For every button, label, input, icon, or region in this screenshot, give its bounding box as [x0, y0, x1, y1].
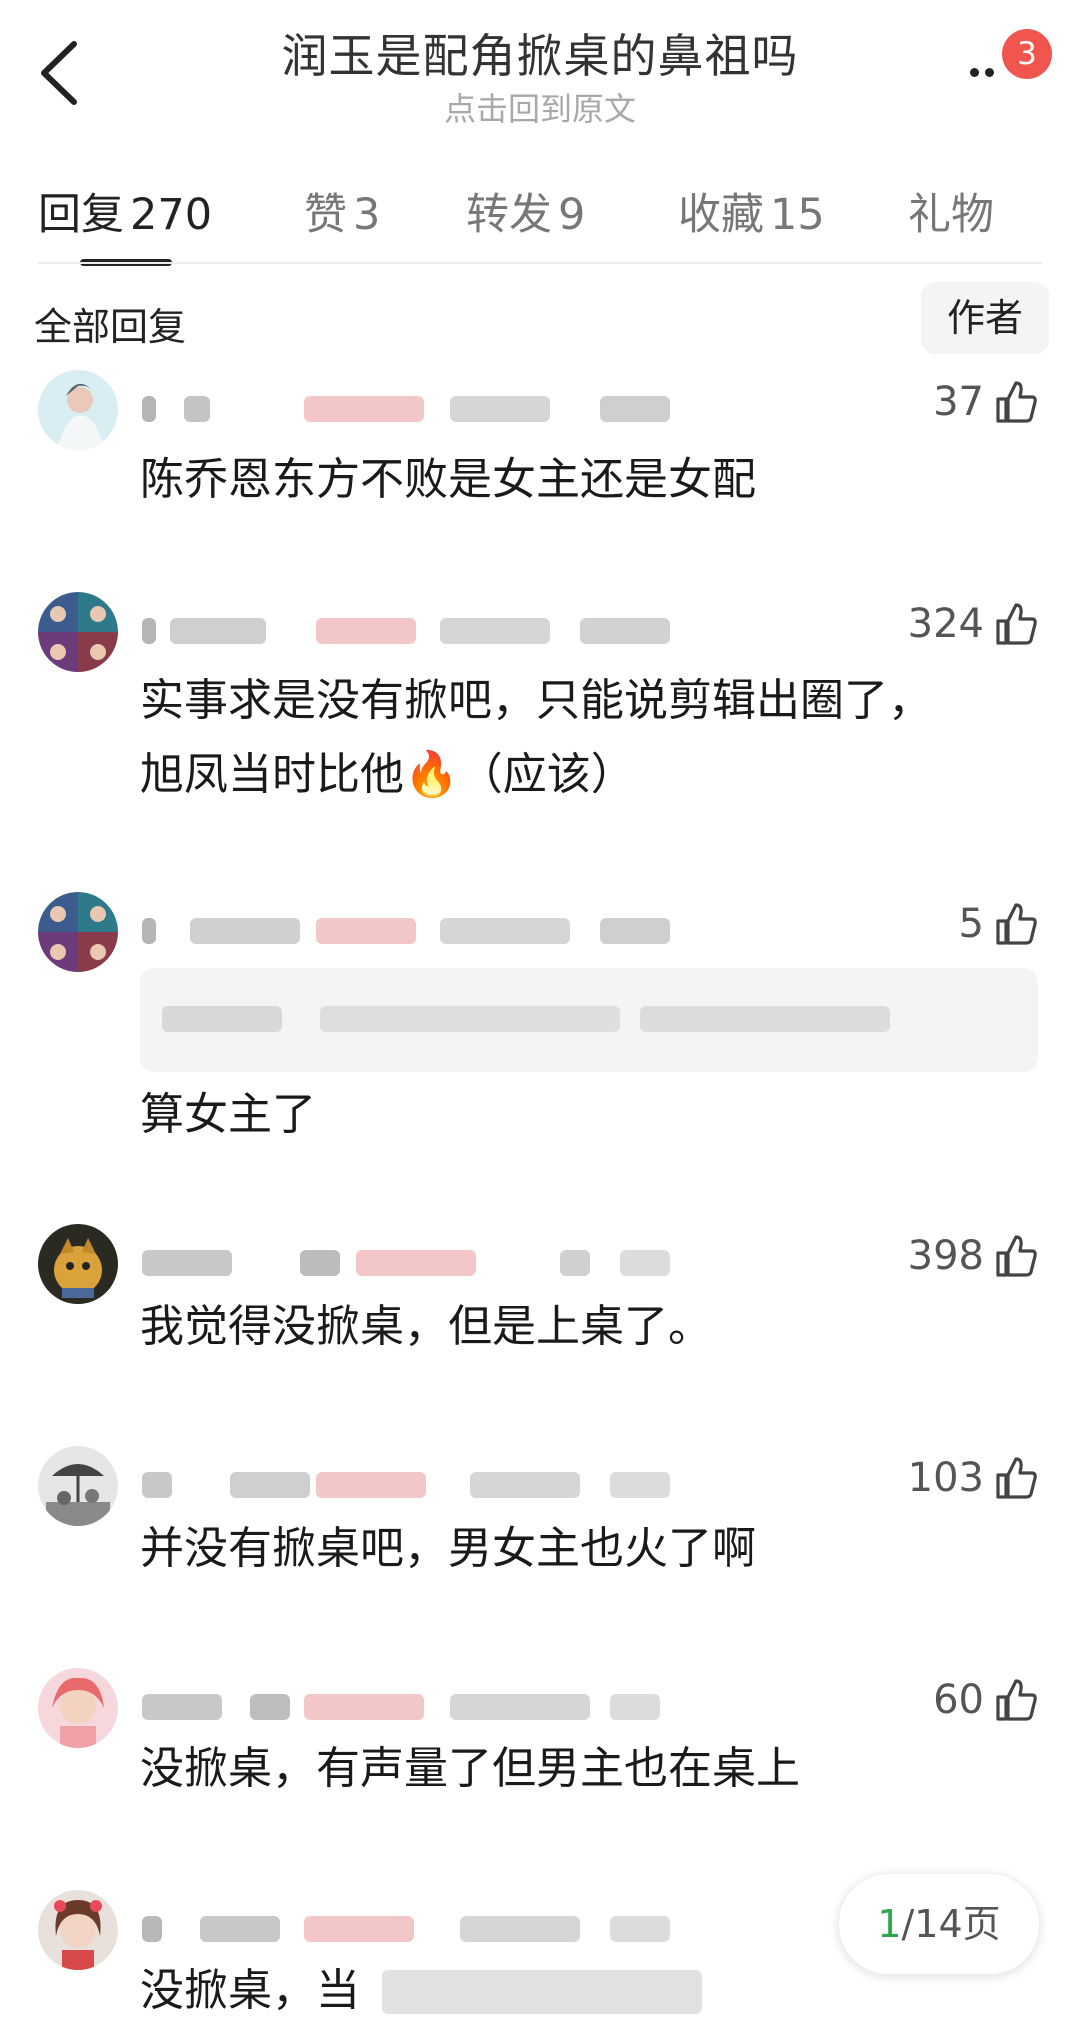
- avatar[interactable]: [38, 1446, 118, 1526]
- like-count: 5: [958, 901, 984, 947]
- comment-text: 算女主了: [140, 1089, 316, 1140]
- avatar[interactable]: [38, 370, 118, 450]
- tab-replies[interactable]: 回复 270: [38, 180, 212, 242]
- tab-count: 3: [353, 190, 381, 240]
- author-filter-button[interactable]: 作者: [921, 282, 1049, 354]
- blurred-user-meta: [140, 382, 700, 434]
- tab-count: 9: [558, 190, 586, 240]
- tab-label: 转发: [466, 190, 552, 240]
- tab-bar: 回复 270 赞3 转发 9 收藏 15 礼物: [0, 170, 1080, 266]
- like-count: 60: [933, 1677, 984, 1723]
- comment-text: 没掀桌，当: [140, 1965, 360, 2016]
- blurred-text: [382, 1970, 702, 2014]
- thumbs-up-icon: [996, 903, 1037, 945]
- thumbs-up-icon: [996, 1457, 1037, 1499]
- tab-label: 回复: [38, 190, 124, 240]
- comment-text: 我觉得没掀桌，但是上桌了。: [140, 1301, 712, 1352]
- like-button[interactable]: 324: [908, 596, 1038, 652]
- page-title[interactable]: 润玉是配角掀桌的鼻祖吗: [0, 20, 1080, 86]
- avatar[interactable]: [38, 1668, 118, 1748]
- tab-label: 礼物: [908, 190, 994, 240]
- tab-likes[interactable]: 赞3: [304, 180, 380, 242]
- tab-label: 收藏: [678, 190, 764, 240]
- thumbs-up-icon: [996, 381, 1037, 423]
- total-pages: /14页: [901, 1902, 1001, 1946]
- blurred-user-meta: [140, 604, 700, 656]
- tab-count: 15: [770, 190, 825, 240]
- thumbs-up-icon: [996, 1235, 1037, 1277]
- comment-text: 并没有掀桌吧，男女主也火了啊: [140, 1523, 756, 1574]
- blurred-quote: [320, 1006, 620, 1032]
- blurred-user-meta: [140, 1902, 700, 1954]
- comment-text: 旭凤当时比他🔥（应该）: [140, 749, 635, 800]
- back-to-post-link[interactable]: 点击回到原文: [0, 84, 1080, 130]
- like-button[interactable]: 103: [908, 1450, 1038, 1506]
- all-replies-heading: 全部回复: [34, 305, 187, 349]
- like-button[interactable]: 5: [959, 896, 1038, 952]
- tab-reposts[interactable]: 转发 9: [466, 180, 585, 242]
- like-button[interactable]: 37: [933, 374, 1038, 430]
- like-button[interactable]: 60: [933, 1672, 1038, 1728]
- page-indicator-button[interactable]: 1/14页: [838, 1873, 1040, 1975]
- like-count: 324: [907, 601, 984, 647]
- blurred-user-meta: [140, 1458, 700, 1510]
- avatar[interactable]: [38, 1224, 118, 1304]
- notification-badge[interactable]: 3: [1002, 29, 1052, 79]
- like-count: 103: [907, 1455, 984, 1501]
- more-dots-icon[interactable]: [966, 52, 1006, 82]
- avatar[interactable]: [38, 1890, 118, 1970]
- blurred-quote: [640, 1006, 890, 1032]
- like-button[interactable]: 398: [908, 1228, 1038, 1284]
- quoted-reply-box[interactable]: [140, 968, 1038, 1072]
- tab-count: 270: [130, 190, 213, 240]
- tab-gifts[interactable]: 礼物: [908, 180, 994, 242]
- blurred-user-meta: [140, 904, 700, 956]
- divider: [38, 262, 1042, 264]
- thumbs-up-icon: [996, 1679, 1037, 1721]
- tab-favorites[interactable]: 收藏 15: [678, 180, 825, 242]
- avatar[interactable]: [38, 892, 118, 972]
- thumbs-up-icon: [996, 603, 1037, 645]
- current-page: 1: [877, 1902, 902, 1946]
- avatar[interactable]: [38, 592, 118, 672]
- top-bar: 润玉是配角掀桌的鼻祖吗 点击回到原文 3: [0, 0, 1080, 140]
- tab-label: 赞: [304, 190, 347, 240]
- blurred-user-meta: [140, 1680, 700, 1732]
- blurred-user-meta: [140, 1236, 700, 1288]
- like-count: 398: [907, 1233, 984, 1279]
- comment-text: 实事求是没有掀吧，只能说剪辑出圈了，: [140, 675, 932, 726]
- like-count: 37: [933, 379, 984, 425]
- blurred-quote: [162, 1006, 282, 1032]
- comment-text: 没掀桌，有声量了但男主也在桌上: [140, 1743, 800, 1794]
- comment-text: 陈乔恩东方不败是女主还是女配: [140, 454, 756, 505]
